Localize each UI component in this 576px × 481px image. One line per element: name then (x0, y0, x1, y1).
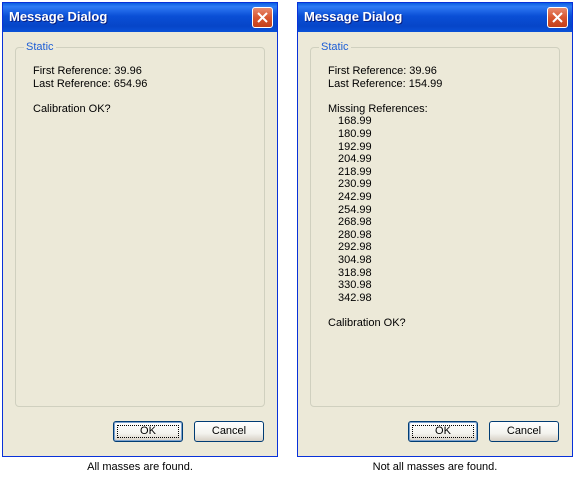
missing-reference-item: 242.99 (338, 190, 372, 203)
missing-reference-item: 292.98 (338, 241, 372, 254)
missing-references-heading: Missing References: (328, 102, 428, 115)
missing-reference-item: 230.99 (338, 178, 372, 191)
close-icon (257, 12, 268, 23)
message-content: First Reference: 39.96 Last Reference: 1… (328, 65, 442, 329)
dialog-title: Message Dialog (9, 9, 108, 24)
missing-reference-item: 280.98 (338, 228, 372, 241)
missing-reference-item: 330.98 (338, 279, 372, 292)
missing-reference-item: 180.99 (338, 127, 372, 140)
ok-button[interactable]: OK (113, 421, 183, 442)
missing-reference-item: 204.99 (338, 153, 372, 166)
first-reference: First Reference: 39.96 (33, 65, 142, 77)
message-dialog-not-all-found: Message Dialog Static First Reference: 3… (297, 2, 573, 457)
last-reference: Last Reference: 154.99 (328, 77, 443, 90)
missing-reference-item: 192.99 (338, 140, 372, 153)
title-bar[interactable]: Message Dialog (298, 3, 572, 32)
dialog-title: Message Dialog (304, 9, 403, 24)
calibration-prompt: Calibration OK? (328, 316, 406, 329)
missing-reference-item: 218.99 (338, 165, 372, 178)
ok-button-label: OK (435, 425, 451, 437)
calibration-prompt: Calibration OK? (33, 102, 111, 115)
missing-reference-item: 342.98 (338, 291, 372, 304)
first-reference: First Reference: 39.96 (328, 65, 437, 77)
last-reference: Last Reference: 654.96 (33, 77, 148, 90)
cancel-button-label: Cancel (211, 425, 247, 437)
title-bar[interactable]: Message Dialog (3, 3, 277, 32)
cancel-button[interactable]: Cancel (489, 421, 559, 442)
static-groupbox: Static First Reference: 39.96 Last Refer… (310, 40, 560, 407)
message-content: First Reference: 39.96 Last Reference: 6… (33, 65, 147, 115)
static-groupbox: Static First Reference: 39.96 Last Refer… (15, 40, 265, 407)
figure-caption: All masses are found. (87, 461, 193, 473)
missing-reference-item: 268.98 (338, 216, 372, 229)
groupbox-label: Static (319, 40, 351, 54)
missing-reference-item: 168.99 (338, 115, 372, 128)
close-icon (552, 12, 563, 23)
ok-button[interactable]: OK (408, 421, 478, 442)
groupbox-label: Static (24, 40, 56, 54)
missing-reference-item: 254.99 (338, 203, 372, 216)
close-button[interactable] (252, 7, 273, 28)
close-button[interactable] (547, 7, 568, 28)
message-dialog-all-found: Message Dialog Static First Reference: 3… (2, 2, 278, 457)
missing-reference-item: 304.98 (338, 253, 372, 266)
cancel-button-label: Cancel (506, 425, 542, 437)
missing-reference-item: 318.98 (338, 266, 372, 279)
ok-button-label: OK (140, 425, 156, 437)
figure-caption: Not all masses are found. (372, 461, 498, 473)
cancel-button[interactable]: Cancel (194, 421, 264, 442)
